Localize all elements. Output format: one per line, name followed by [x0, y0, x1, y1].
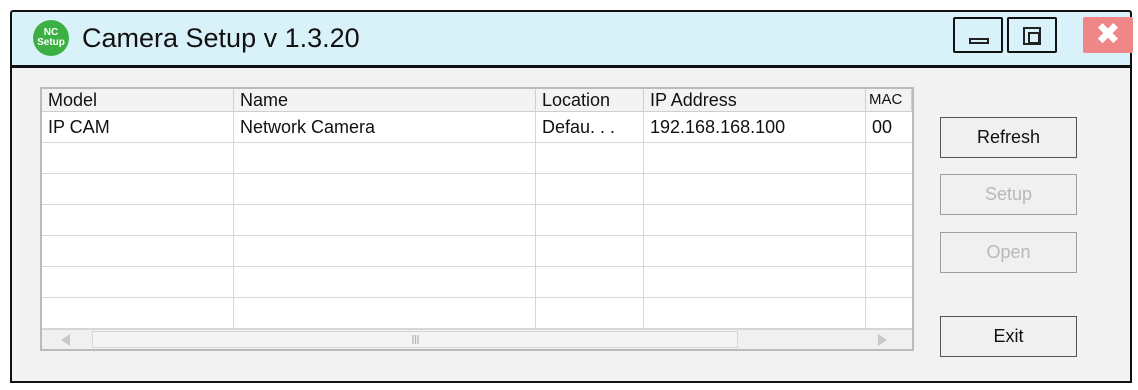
table-row[interactable]	[42, 298, 912, 329]
column-header-location[interactable]: Location	[536, 89, 644, 112]
cell-name: Network Camera	[240, 117, 376, 137]
column-header-name[interactable]: Name	[234, 89, 536, 112]
table-row[interactable]	[42, 205, 912, 236]
horizontal-scrollbar[interactable]: III	[42, 329, 912, 349]
open-button[interactable]: Open	[940, 232, 1077, 273]
table-row[interactable]	[42, 143, 912, 174]
app-window: NC Setup Camera Setup v 1.3.20 ✖ Model N…	[10, 10, 1134, 384]
minimize-icon	[969, 38, 989, 44]
app-icon-text-bottom: Setup	[37, 37, 65, 48]
cell-ip-address: 192.168.168.100	[650, 117, 786, 137]
minimize-button[interactable]	[953, 17, 1003, 53]
maximize-icon	[1023, 27, 1041, 45]
scroll-right-arrow-icon[interactable]	[862, 332, 907, 347]
cell-location: Defau. . .	[542, 117, 616, 137]
close-icon: ✖	[1095, 18, 1121, 51]
column-header-ip-address[interactable]: IP Address	[644, 89, 866, 112]
cell-model: IP CAM	[48, 117, 110, 137]
maximize-button[interactable]	[1007, 17, 1057, 53]
setup-button[interactable]: Setup	[940, 174, 1077, 215]
table-row[interactable]	[42, 267, 912, 298]
title-bar[interactable]: NC Setup Camera Setup v 1.3.20 ✖	[10, 10, 1133, 66]
app-logo-icon: NC Setup	[33, 20, 69, 56]
scrollbar-thumb[interactable]: III	[92, 331, 738, 348]
table-row[interactable]	[42, 174, 912, 205]
client-area: Model Name Location IP Address MAC IP CA…	[10, 65, 1132, 383]
window-title: Camera Setup v 1.3.20	[82, 23, 360, 53]
column-header-model[interactable]: Model	[42, 89, 234, 112]
column-header-mac[interactable]: MAC	[866, 89, 912, 112]
client-divider	[12, 65, 1130, 68]
refresh-button[interactable]: Refresh	[940, 117, 1077, 158]
table-row[interactable]	[42, 236, 912, 267]
camera-list-table[interactable]: Model Name Location IP Address MAC IP CA…	[40, 87, 914, 351]
scroll-left-arrow-icon[interactable]	[45, 332, 90, 347]
cell-mac: 00	[872, 117, 893, 137]
exit-button[interactable]: Exit	[940, 316, 1077, 357]
close-button[interactable]: ✖	[1083, 17, 1133, 53]
table-row[interactable]: IP CAM Network Camera Defau. . . 192.168…	[42, 112, 912, 143]
